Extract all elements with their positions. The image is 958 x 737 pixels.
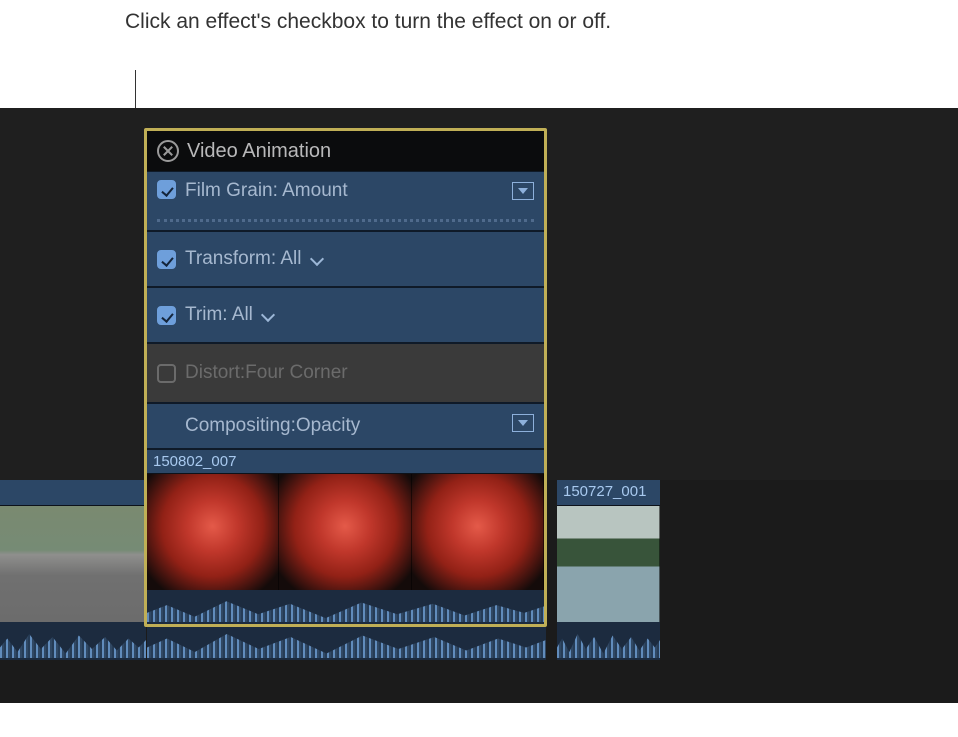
clip-title: 150727_001 bbox=[557, 480, 660, 506]
effect-row-compositing[interactable]: Compositing:Opacity bbox=[147, 403, 544, 449]
clip-title: 150802_007 bbox=[147, 450, 544, 474]
video-animation-panel: Video Animation Film Grain: Amount Trans… bbox=[144, 128, 547, 627]
effect-row-distort[interactable]: Distort:Four Corner bbox=[147, 343, 544, 403]
clip-thumbnails bbox=[557, 506, 660, 622]
clip-thumbnail bbox=[279, 474, 411, 590]
clip-thumbnails bbox=[0, 506, 146, 622]
panel-title: Video Animation bbox=[187, 140, 331, 163]
effect-parameter-dropdown-icon[interactable] bbox=[512, 182, 534, 200]
effect-label: Transform: All bbox=[185, 248, 302, 270]
effect-row-transform[interactable]: Transform: All bbox=[147, 231, 544, 287]
close-icon[interactable] bbox=[157, 140, 179, 162]
effect-checkbox[interactable] bbox=[157, 180, 176, 199]
effect-checkbox[interactable] bbox=[157, 250, 176, 269]
callout-checkbox-hint: Click an effect's checkbox to turn the e… bbox=[125, 8, 611, 36]
chevron-down-icon[interactable] bbox=[261, 308, 275, 322]
effect-label: Compositing:Opacity bbox=[185, 415, 360, 437]
clip-audio-waveform bbox=[147, 590, 544, 624]
chevron-down-icon[interactable] bbox=[310, 252, 324, 266]
clip-thumbnail bbox=[557, 506, 660, 622]
effect-label: Film Grain: Amount bbox=[185, 180, 348, 202]
clip-audio-waveform bbox=[557, 622, 660, 660]
effect-row-trim[interactable]: Trim: All bbox=[147, 287, 544, 343]
timeline-clip[interactable]: 150727_001 bbox=[557, 480, 660, 660]
effect-label: Trim: All bbox=[185, 304, 253, 326]
keyframe-track[interactable] bbox=[157, 219, 534, 222]
effect-label: Distort:Four Corner bbox=[185, 362, 348, 384]
clip-thumbnail bbox=[147, 474, 279, 590]
clip-thumbnails bbox=[147, 474, 544, 590]
panel-header: Video Animation bbox=[147, 131, 544, 171]
clip-title bbox=[0, 480, 146, 506]
effect-checkbox[interactable] bbox=[157, 364, 176, 383]
clip-thumbnail bbox=[0, 506, 146, 622]
effect-parameter-dropdown-icon[interactable] bbox=[512, 414, 534, 432]
effect-checkbox[interactable] bbox=[157, 306, 176, 325]
effect-row-film-grain[interactable]: Film Grain: Amount bbox=[147, 171, 544, 231]
clip-audio-waveform bbox=[147, 622, 546, 660]
timeline-clip[interactable] bbox=[0, 480, 146, 660]
clip-audio-waveform bbox=[0, 622, 146, 660]
panel-clip-preview[interactable]: 150802_007 bbox=[147, 449, 544, 624]
clip-thumbnail bbox=[412, 474, 544, 590]
